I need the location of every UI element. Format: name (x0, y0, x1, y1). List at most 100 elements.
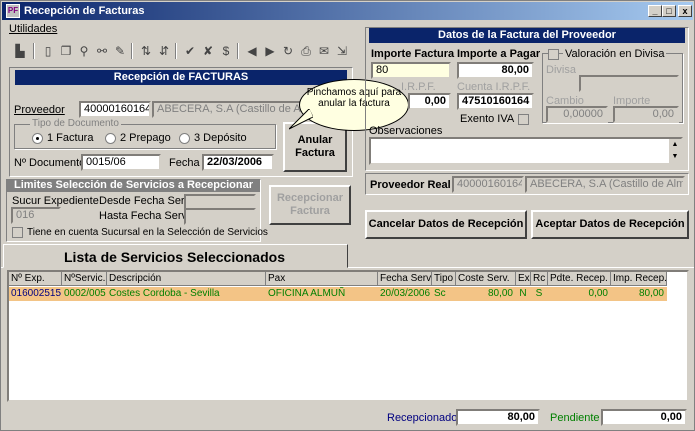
col-fecha-serv[interactable]: Fecha Serv (378, 272, 432, 286)
fecha-field[interactable]: 22/03/2006 (202, 154, 274, 171)
col-descripcion[interactable]: Descripción (107, 272, 266, 286)
observaciones-textarea[interactable]: ▲ ▼ (369, 137, 683, 165)
col-n-servic[interactable]: NºServic. (62, 272, 107, 286)
col-ex[interactable]: Ex (516, 272, 531, 286)
maximize-button[interactable]: □ (662, 5, 676, 17)
toolbar: ▙ ▯ ❐ ⚲ ⚯ ✎ ⇅ ⇵ ✔ ✘ $ ◀ ▶ ↻ ⎙ ✉ ⇲ (5, 41, 357, 63)
irpf-label: I.R.P.F. (401, 81, 436, 93)
cuenta-irpf-field[interactable]: 47510160164 (457, 93, 534, 110)
servicios-grid[interactable]: Nº Exp. NºServic. Descripción Pax Fecha … (7, 270, 689, 402)
menu-utilidades[interactable]: Utilidades (9, 23, 57, 35)
aceptar-datos-button[interactable]: Aceptar Datos de Recepción (531, 210, 689, 239)
copy-icon[interactable]: ❐ (57, 43, 75, 60)
cell-pdte-recep: 0,00 (548, 287, 611, 301)
new-document-icon[interactable]: ▯ (39, 43, 57, 60)
cell-n-exp: 016002515 (11, 287, 62, 301)
hasta-fecha-field[interactable] (184, 208, 256, 225)
export-icon[interactable]: ⇲ (333, 43, 351, 60)
radio-prepago-label[interactable]: 2 Prepago (120, 132, 171, 144)
desde-fecha-label: Desde Fecha Serv. (99, 195, 193, 207)
pendiente-field: 0,00 (601, 409, 687, 426)
next-icon[interactable]: ▶ (261, 43, 279, 60)
recepcion-header: Recepción de FACTURAS (15, 70, 347, 85)
importe-divisa-field[interactable]: 0,00 (613, 106, 679, 123)
tab-lista-servicios[interactable]: Lista de Servicios Seleccionados (3, 244, 348, 268)
cell-tipo: Sc (432, 287, 456, 301)
grid-header: Nº Exp. NºServic. Descripción Pax Fecha … (9, 272, 667, 286)
close-button[interactable]: x (678, 5, 692, 17)
col-n-exp[interactable]: Nº Exp. (9, 272, 62, 286)
callout-tail (289, 109, 313, 130)
dollar-icon[interactable]: $ (217, 43, 235, 60)
irpf-field[interactable]: 0,00 (408, 93, 451, 110)
cell-rc: S (531, 287, 548, 301)
cell-ex: N (516, 287, 531, 301)
sort-desc-icon[interactable]: ⇵ (155, 43, 173, 60)
radio-prepago[interactable] (105, 133, 116, 144)
radio-factura[interactable] (32, 133, 43, 144)
sucur-expediente-label: Sucur Expediente (12, 195, 99, 207)
note-icon[interactable]: ✉ (315, 43, 333, 60)
minimize-button[interactable]: _ (648, 5, 662, 17)
col-pdte-recep[interactable]: Pdte. Recep. (548, 272, 611, 286)
divisa-field[interactable] (579, 75, 679, 92)
table-row[interactable]: 016002515 0002/005 Costes Cordoba - Sevi… (9, 287, 667, 301)
observaciones-scrollbar[interactable]: ▲ ▼ (669, 139, 681, 163)
title-bar: PF Recepción de Facturas _ □ x (2, 2, 693, 20)
proveedor-real-label: Proveedor Real (370, 179, 451, 191)
col-rc[interactable]: Rc (531, 272, 548, 286)
cell-n-servic: 0002/005 (64, 287, 107, 301)
n-documento-field[interactable]: 0015/06 (81, 154, 161, 171)
eraser-icon[interactable]: ✎ (111, 43, 129, 60)
n-documento-label-text: Nº Documento (14, 157, 86, 169)
check-icon[interactable]: ✔ (181, 43, 199, 60)
cambio-field[interactable]: 0,00000 (546, 106, 608, 123)
exento-iva-label: Exento IVA (460, 113, 515, 125)
toolbar-separator (237, 43, 239, 59)
cancelar-datos-button[interactable]: Cancelar Datos de Recepción (365, 210, 527, 239)
observaciones-label: Observaciones (369, 125, 443, 137)
col-imp-recep[interactable]: Imp. Recep. (611, 272, 667, 286)
radio-deposito[interactable] (179, 133, 190, 144)
toolbar-separator (131, 43, 133, 59)
importe-pagar-field[interactable]: 80,00 (457, 62, 534, 79)
valoracion-divisa-label[interactable]: Valoración en Divisa (563, 48, 667, 60)
search-icon[interactable]: ⚲ (75, 43, 93, 60)
tiene-sucursal-checkbox[interactable] (12, 227, 23, 238)
proveedor-real-name-field: ABECERA, S.A (Castillo de Alm (525, 176, 685, 193)
importe-factura-field[interactable]: 80 (371, 62, 451, 79)
window-title: Recepción de Facturas (24, 5, 145, 17)
proveedor-code-field[interactable]: 40000160164 (79, 101, 151, 118)
exento-iva-checkbox[interactable] (518, 114, 529, 125)
refresh-icon[interactable]: ↻ (279, 43, 297, 60)
cancel-icon[interactable]: ✘ (199, 43, 217, 60)
sort-asc-icon[interactable]: ⇅ (137, 43, 155, 60)
cell-coste-serv: 80,00 (456, 287, 516, 301)
exit-icon[interactable]: ▙ (11, 43, 29, 60)
fecha-label: Fecha (169, 157, 200, 169)
lista-tab-title: Lista de Servicios Seleccionados (64, 249, 285, 265)
cell-pax: OFICINA ALMUÑ (266, 287, 378, 301)
col-coste-serv[interactable]: Coste Serv. (456, 272, 516, 286)
proveedor-label: Proveedor (14, 104, 65, 116)
prev-icon[interactable]: ◀ (243, 43, 261, 60)
cell-fecha-serv: 20/03/2006 (380, 287, 432, 301)
radio-deposito-label[interactable]: 3 Depósito (194, 132, 247, 144)
cell-descripcion: Costes Cordoba - Sevilla (107, 287, 266, 301)
app-icon: PF (6, 4, 20, 18)
importe-pagar-label: Importe a Pagar (457, 48, 541, 60)
toolbar-separator (33, 43, 35, 59)
cell-imp-recep: 80,00 (611, 287, 667, 301)
sucur-expediente-field[interactable]: 016 (11, 207, 61, 224)
limites-header: Limites Selección de Servicios a Recepci… (7, 179, 260, 192)
tipo-documento-legend: Tipo de Documento (30, 118, 121, 129)
valoracion-divisa-checkbox[interactable] (548, 49, 559, 60)
radio-factura-label[interactable]: 1 Factura (47, 132, 93, 144)
tiene-sucursal-label[interactable]: Tiene en cuenta Sucursal en la Selección… (27, 227, 268, 238)
col-tipo[interactable]: Tipo (432, 272, 456, 286)
print-icon[interactable]: ⎙ (297, 43, 315, 60)
recepcionado-field: 80,00 (456, 409, 540, 426)
find-icon[interactable]: ⚯ (93, 43, 111, 60)
col-pax[interactable]: Pax (266, 272, 378, 286)
recepcionar-factura-button[interactable]: Recepcionar Factura (269, 185, 351, 225)
